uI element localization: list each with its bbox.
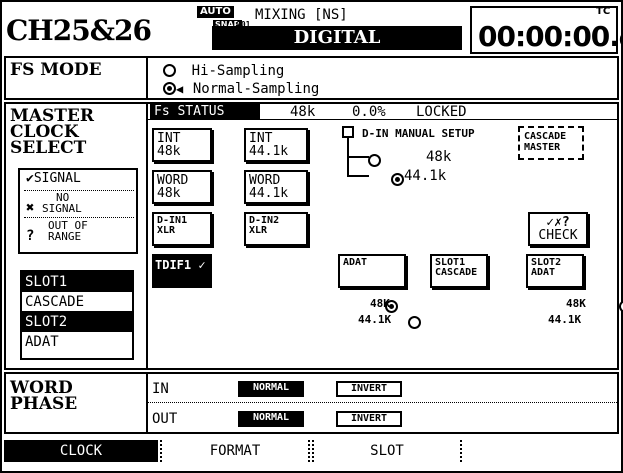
fs-option-normal[interactable]: ◀ Normal-Sampling	[163, 78, 319, 97]
slot-list-item[interactable]: ADAT	[22, 332, 132, 352]
slot-list-item[interactable]: SLOT1	[22, 272, 132, 292]
slot2-44k-label: 44.1K	[548, 313, 582, 326]
pointer-left-icon: ◀	[176, 82, 184, 96]
connector-line	[347, 156, 369, 158]
cascade-master-button[interactable]: CASCADE MASTER	[518, 126, 584, 160]
question-icon: ?	[26, 228, 35, 244]
mix-title: MIXING [NS]	[255, 7, 348, 23]
slot1-cascade-button[interactable]: SLOT1 CASCADE	[430, 254, 488, 288]
fs-status-rate: 48k	[290, 104, 316, 120]
tab-slot[interactable]: SLOT	[312, 440, 462, 462]
divider	[148, 402, 617, 403]
radio-normal-icon[interactable]	[163, 82, 176, 95]
legend-out-2: RANGE	[48, 230, 82, 243]
word-out-normal-button[interactable]: NORMAL	[238, 411, 304, 427]
word-48k-button[interactable]: WORD 48k	[152, 170, 212, 204]
slot-list-item[interactable]: CASCADE	[22, 292, 132, 312]
din-44k-radio[interactable]	[390, 173, 404, 186]
divider	[146, 102, 148, 370]
check-button[interactable]: ✓✗? CHECK	[528, 212, 588, 246]
check-icon: ✔	[26, 171, 34, 186]
word-phase-label-2: PHASE	[10, 394, 78, 414]
fs-status-label: Fs STATUS	[150, 104, 260, 120]
word-in-label: IN	[152, 381, 169, 397]
legend-no-signal-2: SIGNAL	[42, 202, 82, 215]
connector-line	[347, 175, 369, 177]
master-label-3: SELECT	[10, 138, 87, 158]
slot-list: SLOT1 CASCADE SLOT2 ADAT	[20, 270, 134, 360]
int-44k-button[interactable]: INT 44.1k	[244, 128, 308, 162]
divider	[24, 217, 134, 218]
time-value: 00:00:00.00	[478, 20, 623, 53]
din2-xlr-button[interactable]: D-IN2 XLR	[244, 212, 308, 246]
word-out-label: OUT	[152, 411, 178, 427]
word-in-invert-button[interactable]: INVERT	[336, 381, 402, 397]
slot2-adat-button[interactable]: SLOT2 ADAT	[526, 254, 584, 288]
din-48k-radio[interactable]	[368, 154, 381, 167]
fs-status-pct: 0.0%	[352, 104, 386, 120]
slot-list-item[interactable]: SLOT2	[22, 312, 132, 332]
word-in-normal-button[interactable]: NORMAL	[238, 381, 304, 397]
word-out-invert-button[interactable]: INVERT	[336, 411, 402, 427]
din-48k-label: 48k	[426, 149, 452, 165]
auto-tag: AUTO	[197, 6, 234, 18]
fs-status-state: LOCKED	[416, 104, 467, 120]
adat-48k-label: 48K	[370, 297, 390, 310]
word-44k-button[interactable]: WORD 44.1k	[244, 170, 308, 204]
tdif1-button[interactable]: TDIF1 ✓	[152, 254, 212, 288]
digital-label: DIGITAL	[212, 26, 462, 50]
adat-button[interactable]: ADAT	[338, 254, 406, 288]
tc-label: TC	[596, 6, 611, 17]
radio-hi-icon[interactable]	[163, 64, 176, 77]
channel-title: CH25&26	[6, 14, 152, 47]
int-48k-button[interactable]: INT 48k	[152, 128, 212, 162]
adat-44k-label: 44.1K	[358, 313, 392, 326]
tab-clock[interactable]: CLOCK	[4, 440, 158, 462]
din-manual-label: D-IN MANUAL SETUP	[362, 127, 475, 140]
cross-icon: ✖	[26, 200, 35, 216]
fs-option-hi[interactable]: Hi-Sampling	[163, 60, 284, 79]
din1-xlr-button[interactable]: D-IN1 XLR	[152, 212, 212, 246]
tab-format[interactable]: FORMAT	[160, 440, 310, 462]
divider	[24, 190, 134, 191]
adat-44k-radio[interactable]	[407, 316, 421, 329]
slot2-48k-label: 48K	[566, 297, 586, 310]
divider	[146, 372, 148, 434]
word-phase-panel	[4, 372, 619, 434]
legend-signal: ✔SIGNAL	[26, 171, 81, 186]
din-44k-label: 44.1k	[404, 168, 447, 184]
divider	[146, 56, 148, 100]
fs-mode-label: FS MODE	[10, 60, 102, 80]
din-manual-checkbox[interactable]	[342, 126, 354, 138]
